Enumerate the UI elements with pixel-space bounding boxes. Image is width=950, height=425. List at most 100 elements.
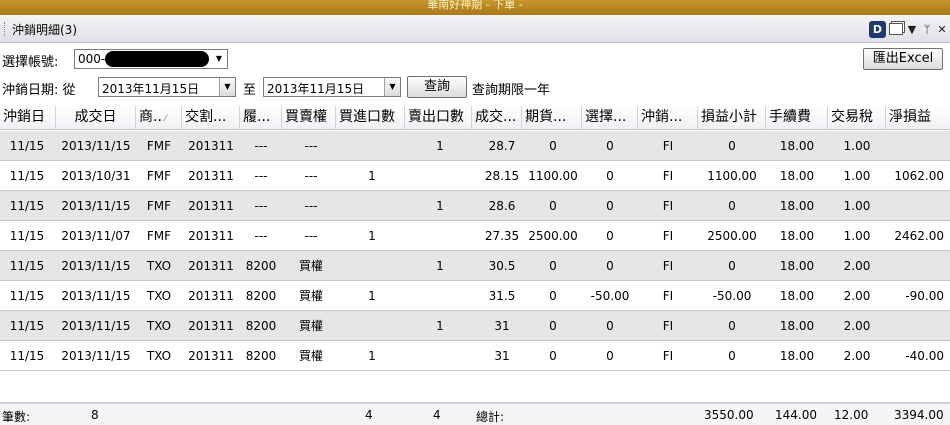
- close-icon[interactable]: ✕: [936, 23, 948, 36]
- window-title: 華南好神期 - 下單 -: [427, 0, 523, 11]
- cell-futures-pl: 0: [549, 139, 557, 153]
- cell-delivery-month: 201311: [188, 169, 234, 183]
- cell-buy-lots: 1: [368, 349, 376, 363]
- cell-pl-subtotal: 1100.00: [707, 169, 757, 183]
- cell-options-pl: 0: [606, 349, 614, 363]
- chevron-down-icon[interactable]: ▼: [211, 50, 227, 68]
- col-header-offset-type[interactable]: 沖銷...: [638, 106, 698, 130]
- cell-delivery-month: 201311: [188, 319, 234, 333]
- cell-strike: ---: [254, 139, 268, 153]
- cell-sell-lots: [405, 161, 475, 191]
- cell-fee: 18.00: [779, 169, 815, 183]
- chevron-down-icon[interactable]: ▼: [384, 78, 400, 96]
- cell-buy-lots: 1: [368, 229, 376, 243]
- to-label: 至: [243, 83, 257, 98]
- from-date-picker[interactable]: 2013年11月15日 ▼: [98, 77, 236, 97]
- cell-pl-subtotal: -50.00: [712, 289, 752, 303]
- cell-net-pl: -90.00: [905, 289, 944, 303]
- col-header-options-pl[interactable]: 選擇...: [582, 106, 638, 130]
- cell-sell-lots: 1: [436, 259, 444, 273]
- query-note: 查詢期限一年: [472, 83, 551, 98]
- table-row[interactable]: 11/15 2013/11/15 FMF 201311 --- --- 1 28.6 0 0 FI 0…: [0, 191, 950, 221]
- cell-offset-type: FI: [662, 259, 674, 273]
- cell-futures-pl: 0: [549, 259, 557, 273]
- cell-options-pl: 0: [606, 259, 614, 273]
- col-header-tax[interactable]: 交易稅: [828, 106, 886, 130]
- to-date-value: 2013年11月15日: [267, 82, 365, 96]
- cell-trade-date: 2013/11/15: [61, 319, 131, 333]
- account-label: 選擇帳號:: [2, 55, 59, 70]
- account-select[interactable]: 000- ▼: [74, 49, 228, 69]
- col-header-call-put[interactable]: 買賣權: [282, 106, 336, 130]
- cell-trade-date: 2013/11/07: [61, 229, 131, 243]
- app-logo-icon[interactable]: D: [869, 20, 886, 38]
- table-row[interactable]: 11/15 2013/11/15 TXO 201311 8200 買權 1 30.5 0 0 FI 0…: [0, 251, 950, 281]
- cell-buy-lots: 1: [368, 169, 376, 183]
- export-excel-button[interactable]: 匯出Excel: [863, 48, 943, 70]
- pin-icon[interactable]: ᛘ: [921, 23, 933, 36]
- col-header-buy-lots[interactable]: 買進口數: [336, 106, 405, 130]
- cell-buy-lots: 1: [368, 289, 376, 303]
- drag-grip-icon[interactable]: [4, 22, 6, 36]
- net-total: 3394.00: [894, 408, 944, 422]
- cell-offset-date: 11/15: [9, 319, 45, 333]
- cell-delivery-month: 201311: [188, 199, 234, 213]
- table-row[interactable]: 11/15 2013/11/15 TXO 201311 8200 買權 1 31 0 0 FI 0 18…: [0, 341, 950, 371]
- chevron-down-icon[interactable]: ▼: [219, 78, 235, 96]
- cell-delivery-month: 201311: [188, 229, 234, 243]
- col-header-product[interactable]: 商.. ⁄: [136, 106, 182, 130]
- fee-total: 144.00: [775, 408, 817, 422]
- cell-strike: ---: [254, 199, 268, 213]
- cell-strike: 8200: [245, 259, 277, 273]
- cell-call-put: 買權: [298, 259, 323, 273]
- cell-buy-lots: [336, 191, 408, 221]
- cell-call-put: ---: [304, 169, 318, 183]
- cell-offset-type: FI: [662, 139, 674, 153]
- table-row[interactable]: 11/15 2013/11/15 TXO 201311 8200 買權 1 31.5 0 -50.…: [0, 281, 950, 311]
- cell-product: FMF: [146, 139, 172, 153]
- cell-futures-pl: 1100.00: [528, 169, 578, 183]
- col-header-product-label: 商..: [139, 109, 162, 125]
- cell-futures-pl: 0: [549, 319, 557, 333]
- redaction-mark: [105, 51, 209, 67]
- col-header-net-pl[interactable]: 淨損益: [886, 106, 950, 130]
- col-header-pl-subtotal[interactable]: 損益小計: [698, 106, 766, 130]
- cell-offset-type: FI: [662, 169, 674, 183]
- account-value: 000-: [78, 52, 106, 66]
- col-header-strike[interactable]: 履...: [240, 106, 282, 130]
- cell-pl-subtotal: 0: [728, 139, 736, 153]
- cell-sell-lots: [405, 281, 475, 311]
- cell-tax: 1.00: [843, 199, 871, 213]
- cell-buy-lots: [336, 131, 408, 161]
- table-row[interactable]: 11/15 2013/11/07 FMF 201311 --- --- 1 27.35 2500…: [0, 221, 950, 251]
- col-header-trade-date[interactable]: 成交日: [56, 106, 136, 130]
- cell-strike: 8200: [245, 349, 277, 363]
- to-date-picker[interactable]: 2013年11月15日 ▼: [263, 77, 401, 97]
- cell-delivery-month: 201311: [188, 349, 234, 363]
- sell-total: 4: [433, 408, 441, 422]
- cell-sell-lots: 1: [436, 319, 444, 333]
- col-header-price[interactable]: 成交...: [472, 106, 522, 130]
- col-header-futures-pl[interactable]: 期貨...: [522, 106, 582, 130]
- col-header-fee[interactable]: 手續費: [766, 106, 828, 130]
- cell-delivery-month: 201311: [188, 259, 234, 273]
- cell-offset-date: 11/15: [9, 199, 45, 213]
- panel-header: 沖銷明細(3) D ▼ ᛘ ✕: [0, 15, 950, 43]
- query-button[interactable]: 查詢: [407, 76, 467, 98]
- cell-sell-lots: [405, 221, 475, 251]
- table-row[interactable]: 11/15 2013/10/31 FMF 201311 --- --- 1 28.15 1100…: [0, 161, 950, 191]
- float-window-icon[interactable]: [889, 23, 903, 35]
- grid-body: 11/15 2013/11/15 FMF 201311 --- --- 1 28.7 0 0 FI 0…: [0, 131, 950, 371]
- table-row[interactable]: 11/15 2013/11/15 FMF 201311 --- --- 1 28.7 0 0 FI 0…: [0, 131, 950, 161]
- chevron-down-icon[interactable]: ▼: [906, 23, 918, 36]
- cell-call-put: ---: [304, 199, 318, 213]
- table-row[interactable]: 11/15 2013/11/15 TXO 201311 8200 買權 1 31 0 0 FI 0 18…: [0, 311, 950, 341]
- cell-product: FMF: [146, 199, 172, 213]
- col-header-sell-lots[interactable]: 賣出口數: [405, 106, 472, 130]
- cell-net-pl: [886, 311, 944, 341]
- col-header-offset-date[interactable]: 沖銷日: [0, 106, 56, 130]
- grid-header: 沖銷日 成交日 商.. ⁄ 交割... 履... 買賣權 買進口數 賣出口數 成…: [0, 106, 950, 130]
- cell-offset-date: 11/15: [9, 349, 45, 363]
- col-header-delivery-month[interactable]: 交割...: [182, 106, 240, 130]
- cell-offset-type: FI: [662, 349, 674, 363]
